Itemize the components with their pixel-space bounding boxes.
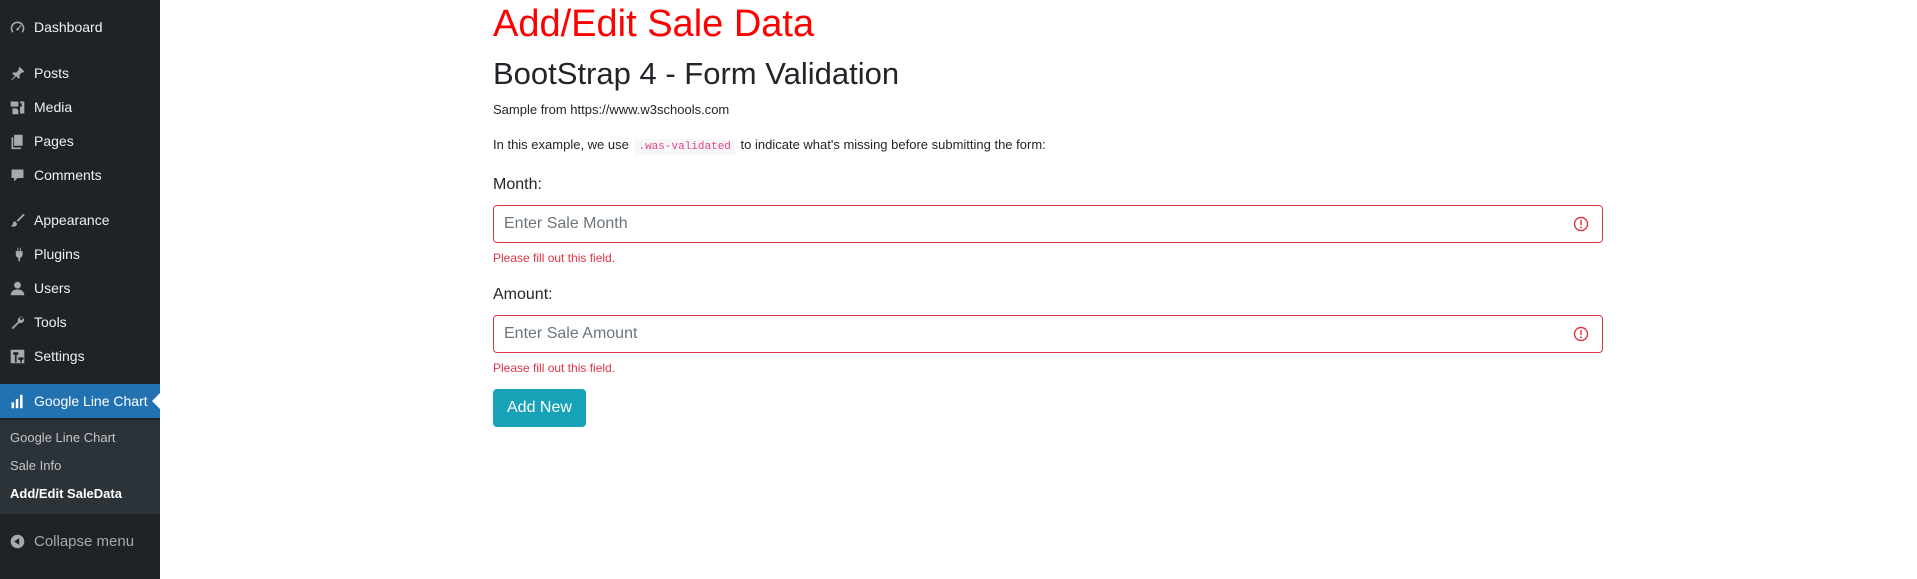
collapse-menu-button[interactable]: Collapse menu xyxy=(0,524,160,558)
plug-icon xyxy=(8,245,26,263)
collapse-menu-label: Collapse menu xyxy=(34,533,135,550)
sidebar-item-posts[interactable]: Posts xyxy=(0,56,160,90)
admin-sidebar: Dashboard Posts Media Pages Comments App… xyxy=(0,0,160,579)
user-icon xyxy=(8,279,26,297)
sidebar-item-comments[interactable]: Comments xyxy=(0,158,160,192)
pin-icon xyxy=(8,64,26,82)
brush-icon xyxy=(8,211,26,229)
sidebar-item-label: Tools xyxy=(34,314,67,330)
collapse-icon xyxy=(8,532,26,550)
sample-source-text: Sample from https://www.w3schools.com xyxy=(493,102,730,117)
sidebar-item-appearance[interactable]: Appearance xyxy=(0,203,160,237)
settings-icon xyxy=(8,347,26,365)
submenu-item-add-edit-saledata[interactable]: Add/Edit SaleData xyxy=(10,486,122,501)
submenu-item-sale-info[interactable]: Sale Info xyxy=(10,458,61,473)
sidebar-item-label: Media xyxy=(34,99,73,115)
amount-input[interactable] xyxy=(493,315,1603,353)
sidebar-item-google-line-chart[interactable]: Google Line Chart xyxy=(0,384,160,418)
invalid-icon xyxy=(1573,216,1589,232)
sidebar-item-label: Appearance xyxy=(34,212,110,228)
sidebar-item-tools[interactable]: Tools xyxy=(0,305,160,339)
amount-error-message: Please fill out this field. xyxy=(493,361,616,375)
comment-icon xyxy=(8,166,26,184)
invalid-icon xyxy=(1573,326,1589,342)
dashboard-icon xyxy=(8,18,26,36)
sidebar-item-users[interactable]: Users xyxy=(0,271,160,305)
sidebar-item-label: Comments xyxy=(34,167,102,183)
submenu: Google Line Chart Sale Info Add/Edit Sal… xyxy=(0,420,160,514)
description-text: In this example, we use .was-validated t… xyxy=(493,137,1046,155)
wrench-icon xyxy=(8,313,26,331)
add-new-button[interactable]: Add New xyxy=(493,389,586,427)
chart-bar-icon xyxy=(8,392,26,410)
current-indicator xyxy=(152,393,160,409)
sidebar-item-media[interactable]: Media xyxy=(0,90,160,124)
pages-icon xyxy=(8,132,26,150)
media-icon xyxy=(8,98,26,116)
month-error-message: Please fill out this field. xyxy=(493,251,616,265)
sidebar-item-label: Users xyxy=(34,280,71,296)
description-before: In this example, we use xyxy=(493,137,629,152)
form-subtitle: BootStrap 4 - Form Validation xyxy=(493,56,900,91)
sidebar-item-settings[interactable]: Settings xyxy=(0,339,160,373)
page-title: Add/Edit Sale Data xyxy=(493,3,815,45)
sidebar-item-pages[interactable]: Pages xyxy=(0,124,160,158)
sidebar-item-dashboard[interactable]: Dashboard xyxy=(0,10,160,44)
sidebar-item-label: Settings xyxy=(34,348,85,364)
sidebar-item-label: Plugins xyxy=(34,246,80,262)
month-input[interactable] xyxy=(493,205,1603,243)
month-label: Month: xyxy=(493,176,542,193)
sidebar-item-label: Dashboard xyxy=(34,19,103,35)
was-validated-code: .was-validated xyxy=(634,139,735,155)
sidebar-item-label: Google Line Chart xyxy=(34,393,148,409)
sidebar-item-plugins[interactable]: Plugins xyxy=(0,237,160,271)
amount-label: Amount: xyxy=(493,286,553,303)
submenu-item-google-line-chart[interactable]: Google Line Chart xyxy=(10,430,116,445)
sidebar-item-label: Pages xyxy=(34,133,74,149)
description-after: to indicate what's missing before submit… xyxy=(740,137,1046,152)
sidebar-item-label: Posts xyxy=(34,65,70,81)
